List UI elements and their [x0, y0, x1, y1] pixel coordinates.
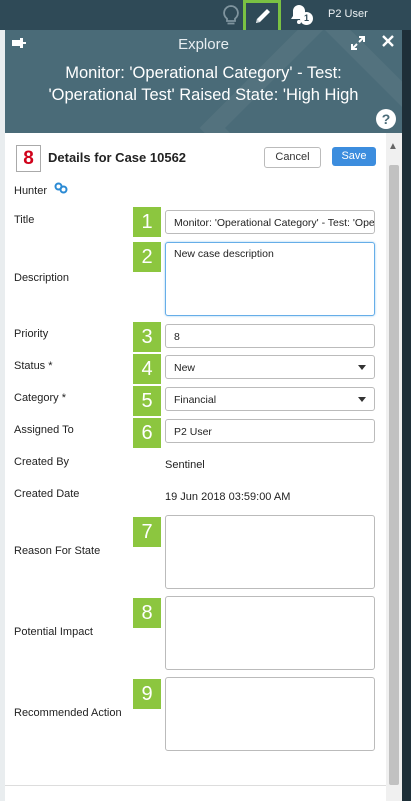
edit-button[interactable] [243, 0, 281, 34]
title-label: Title [14, 214, 35, 226]
scroll-up-icon[interactable]: ▲ [388, 141, 398, 152]
cancel-button[interactable]: Cancel [264, 147, 321, 168]
created-by-value: Sentinel [165, 459, 205, 471]
reason-for-state-textarea[interactable] [165, 515, 375, 589]
assigned-to-input[interactable]: P2 User [165, 419, 375, 443]
top-bar: 1 P2 User [0, 0, 411, 34]
expand-icon[interactable] [350, 35, 366, 55]
callout-5: 5 [133, 386, 161, 416]
recommended-action-textarea[interactable] [165, 677, 375, 751]
pencil-icon [251, 4, 277, 30]
callout-7: 7 [133, 517, 161, 547]
reason-for-state-label: Reason For State [14, 545, 101, 557]
scrollbar-thumb[interactable] [389, 165, 399, 785]
status-selected-value: New [174, 362, 196, 374]
status-select[interactable]: New [165, 355, 375, 379]
scrollbar[interactable]: ▲ [386, 133, 402, 801]
description-label: Description [14, 272, 70, 284]
case-title: Monitor: 'Operational Category' - Test: … [15, 62, 392, 106]
potential-impact-label: Potential Impact [14, 626, 93, 638]
assigned-to-label: Assigned To [14, 424, 74, 436]
created-date-label: Created Date [14, 488, 80, 500]
case-title-line-2: 'Operational Test' Raised State: 'High H… [48, 86, 359, 104]
callout-9: 9 [133, 679, 161, 709]
callout-6: 6 [133, 418, 161, 448]
recommended-action-label: Recommended Action [14, 707, 122, 719]
lightbulb-icon[interactable] [218, 2, 244, 28]
chevron-down-icon [358, 397, 366, 402]
notification-count-badge: 1 [300, 12, 313, 25]
link-icon[interactable] [54, 182, 68, 197]
callout-2: 2 [133, 242, 161, 272]
category-label: Category * [14, 392, 66, 404]
panel-title: Explore [178, 36, 229, 53]
created-date-value: 19 Jun 2018 03:59:00 AM [165, 491, 291, 503]
callout-3: 3 [133, 322, 161, 352]
description-textarea[interactable]: New case description [165, 242, 375, 316]
details-title: Details for Case 10562 [48, 150, 187, 165]
callout-8: 8 [133, 598, 161, 628]
step-number-marker: 8 [16, 145, 41, 172]
callout-4: 4 [133, 354, 161, 384]
callout-1: 1 [133, 207, 161, 237]
save-button[interactable]: Save [332, 147, 376, 166]
potential-impact-textarea[interactable] [165, 596, 375, 670]
user-menu[interactable]: P2 User [328, 8, 368, 20]
title-input[interactable]: Monitor: 'Operational Category' - Test: … [165, 210, 375, 234]
case-title-line-1: Monitor: 'Operational Category' - Test: [65, 64, 342, 82]
form-bottom-divider [5, 785, 386, 786]
priority-input[interactable]: 8 [165, 324, 375, 348]
priority-label: Priority [14, 328, 49, 340]
hunter-label: Hunter [14, 185, 48, 197]
chevron-down-icon [358, 365, 366, 370]
right-border [402, 30, 411, 801]
help-icon[interactable]: ? [376, 109, 396, 129]
category-select[interactable]: Financial [165, 387, 375, 411]
category-selected-value: Financial [174, 394, 217, 406]
panel-header: Explore Monitor: 'Operational Category' … [5, 30, 402, 133]
status-label: Status * [14, 360, 53, 372]
close-icon[interactable] [381, 34, 395, 52]
created-by-label: Created By [14, 456, 70, 468]
